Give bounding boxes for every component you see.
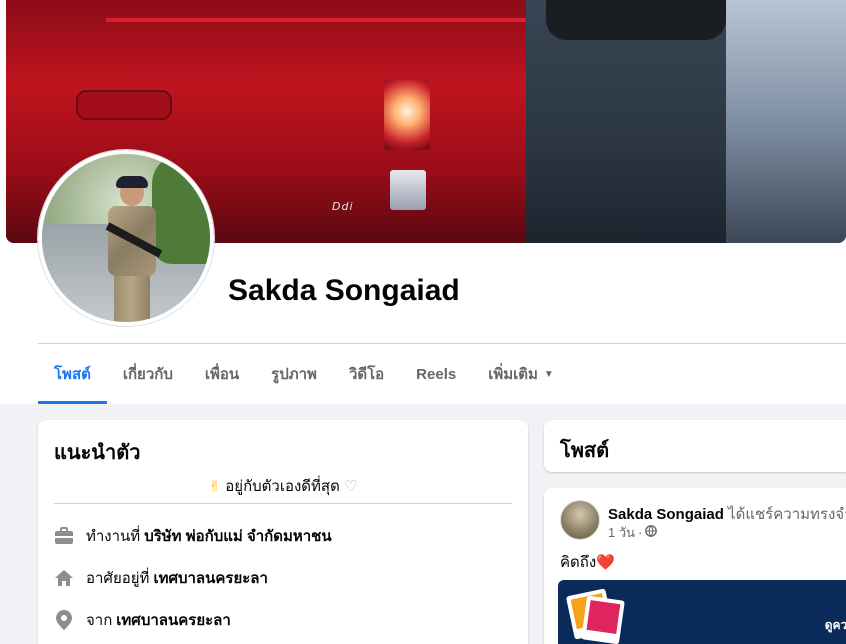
post-meta: 1 วัน · (608, 522, 658, 543)
memories-photos-icon (565, 588, 625, 644)
profile-avatar[interactable] (38, 150, 214, 326)
bio-text: อยู่กับตัวเองดีที่สุด (225, 478, 340, 495)
red-heart-icon: ❤️ (596, 554, 615, 571)
heart-icon: ♡ (344, 478, 358, 495)
victory-hand-icon: ✌ (208, 478, 222, 495)
lives-link[interactable]: เทศบาลนครยะลา (153, 566, 267, 590)
from-link[interactable]: เทศบาลนครยะลา (116, 608, 230, 632)
post-author[interactable]: Sakda Songaiad (608, 506, 724, 523)
intro-title: แนะนำตัว (54, 442, 141, 464)
tab-about[interactable]: เกี่ยวกับ (107, 344, 189, 404)
posts-title: โพสต์ (560, 440, 610, 462)
work-link[interactable]: บริษัท พ่อกับแม่ จำกัดมหาชน (144, 524, 331, 548)
post-text: คิดถึง❤️ (560, 554, 615, 571)
briefcase-icon (54, 526, 74, 546)
intro-divider (54, 503, 512, 504)
info-work: ทำงานที่ บริษัท พ่อกับแม่ จำกัดมหาชน (54, 524, 332, 548)
memory-link[interactable]: ดูควา (825, 616, 846, 635)
memory-card[interactable]: ดูควา (558, 580, 846, 644)
location-pin-icon (54, 610, 74, 630)
profile-name: Sakda Songaiad (228, 274, 460, 307)
cover-badge: Ddi (332, 200, 354, 213)
info-lives: อาศัยอยู่ที่ เทศบาลนครยะลา (54, 566, 268, 590)
tab-reels[interactable]: Reels (400, 344, 472, 404)
tab-friends[interactable]: เพื่อน (189, 344, 255, 404)
post-card: Sakda Songaiad ได้แชร์ความทรงจำ 1 วัน · … (544, 488, 846, 644)
intro-card: แนะนำตัว ✌ อยู่กับตัวเองดีที่สุด ♡ ทำงาน… (38, 420, 528, 644)
tab-more[interactable]: เพิ่มเติม ▼ (472, 344, 570, 404)
home-icon (54, 568, 74, 588)
post-time[interactable]: 1 วัน (608, 522, 635, 543)
caret-down-icon: ▼ (543, 368, 554, 380)
info-from: จาก เทศบาลนครยะลา (54, 608, 231, 632)
intro-bio: ✌ อยู่กับตัวเองดีที่สุด ♡ (38, 474, 528, 498)
tab-posts[interactable]: โพสต์ (38, 344, 107, 404)
post-action: ได้แชร์ความทรงจำ (728, 506, 846, 523)
tab-photos[interactable]: รูปภาพ (255, 344, 333, 404)
globe-icon (645, 525, 658, 540)
posts-header-card: โพสต์ (544, 420, 846, 472)
profile-tabs: โพสต์ เกี่ยวกับ เพื่อน รูปภาพ วิดีโอ Ree… (38, 344, 570, 404)
profile-header: Ddi Sakda Songaiad โพสต์ เกี่ยวกับ เพื่อ… (0, 0, 846, 404)
tab-videos[interactable]: วิดีโอ (333, 344, 400, 404)
post-author-avatar[interactable] (560, 500, 600, 540)
